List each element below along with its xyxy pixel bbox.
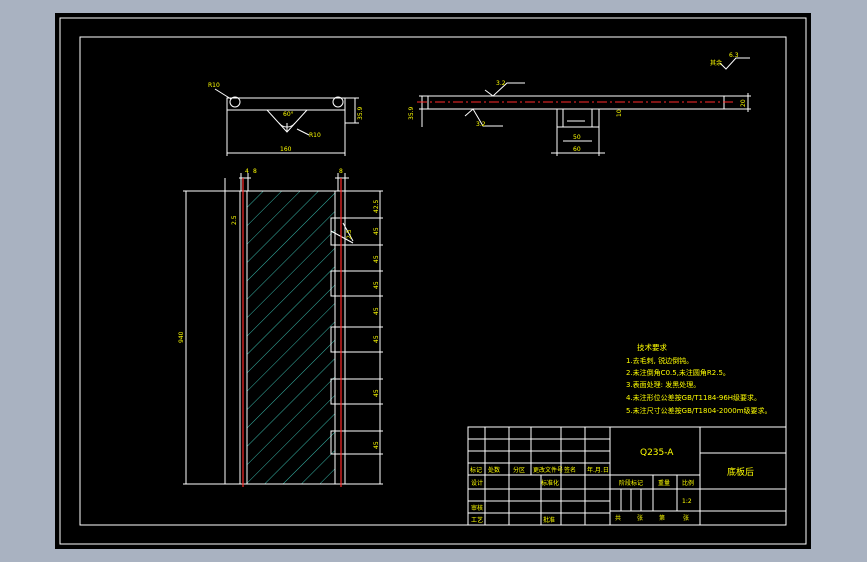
tech-note-5: 5.未注尺寸公差按GB/T1804-2000m级要求。 (626, 406, 772, 415)
dim-notch: 2.5 (346, 229, 353, 239)
tb-part-name: 底板后 (727, 466, 754, 478)
tech-note-3: 3.表面处理: 发黑处理。 (626, 380, 700, 389)
bar-left-height-label: 35.9 (408, 106, 415, 120)
tb-row-standardize: 标准化 (541, 479, 559, 487)
roughness-top-value: 3.2 (496, 80, 506, 87)
tb-header-zone: 分区 (513, 466, 525, 474)
dim-right-0: 42.5 (373, 199, 380, 213)
tb-scale-label: 比例 (682, 479, 694, 487)
dim-right-6: 45 (373, 389, 380, 397)
tech-notes-title: 技术要求 (637, 342, 667, 352)
hinge-small-radius-label: R10 (309, 132, 321, 139)
sheet-outer-border (59, 17, 807, 545)
tb-stage-label: 阶段标记 (619, 479, 643, 487)
cad-viewport[interactable]: 4 8 8 2.5 940 2.5 42.5 45 45 45 45 45 45… (55, 13, 811, 549)
hinge-radius-label: R10 (208, 82, 220, 89)
tb-header-mark: 标记 (470, 466, 482, 474)
dim-right-4: 45 (373, 307, 380, 315)
tech-note-1: 1.去毛刺, 锐边倒钝。 (626, 356, 693, 365)
tb-weight-label: 重量 (658, 479, 670, 487)
tb-row-review: 审核 (471, 504, 483, 512)
dim-left-strip: 2.5 (231, 215, 238, 225)
roughness-symbol-other (719, 57, 750, 70)
dim-right-7: 45 (373, 441, 380, 449)
dim-top-3: 8 (339, 168, 343, 175)
bar-right-label: 20 (740, 99, 747, 107)
hinge-angle-label: 60° (283, 111, 294, 118)
front-view: 4 8 8 2.5 940 2.5 42.5 45 45 45 45 45 45… (178, 168, 383, 487)
roughness-other-label: 其余 (710, 59, 722, 67)
dim-top-2: 8 (253, 168, 257, 175)
tb-scale-value: 1:2 (682, 498, 692, 505)
hinge-height-label: 35.9 (357, 106, 364, 120)
tb-row-design: 设计 (471, 479, 483, 487)
top-left-view: R10 160 35.9 60° R10 (208, 82, 364, 156)
top-right-view: 3.2 3.2 35.9 20 50 60 10 其余 6.3 (408, 52, 751, 156)
hinge-bar (226, 97, 346, 111)
tb-header-sign: 签名 (564, 466, 576, 474)
tb-sheets-unit-1: 张 (637, 514, 643, 522)
roughness-other-value: 6.3 (729, 52, 739, 59)
title-block: 标记 处数 分区 更改文件号 签名 年.月.日 设计 标准化 审核 工艺 批准 … (467, 426, 787, 526)
tech-notes: 技术要求 1.去毛刺, 锐边倒钝。 2.未注倒角C0.5,未注圆角R2.5。 3… (626, 342, 772, 415)
tech-note-4: 4.未注形位公差按GB/T1184-96H级要求。 (626, 393, 761, 402)
tech-note-2: 2.未注倒角C0.5,未注圆角R2.5。 (626, 368, 730, 377)
dim-right-3: 45 (373, 281, 380, 289)
dim-overall-height: 940 (178, 331, 185, 343)
drawing-canvas: 4 8 8 2.5 940 2.5 42.5 45 45 45 45 45 45… (59, 17, 807, 545)
dim-right-2: 45 (373, 255, 380, 263)
tb-sheets-index: 第 (659, 514, 665, 522)
app-window: 4 8 8 2.5 940 2.5 42.5 45 45 45 45 45 45… (0, 0, 867, 562)
dim-top-1: 4 (245, 168, 249, 175)
front-hatch-area (247, 191, 335, 484)
dim-right-1: 45 (373, 227, 380, 235)
tb-header-count: 处数 (488, 466, 500, 474)
tb-sheets-unit-2: 张 (683, 514, 689, 522)
tb-sheets-total: 共 (615, 514, 621, 522)
tb-row-approve: 批准 (543, 516, 555, 524)
dim-right-5: 45 (373, 335, 380, 343)
hinge-width-label: 160 (280, 146, 292, 153)
roughness-bottom-value: 3.2 (476, 121, 486, 128)
bar-slot-inner-label: 50 (573, 134, 581, 141)
tb-material: Q235-A (640, 448, 674, 458)
bar-slot-outer-label: 60 (573, 146, 581, 153)
tb-row-process: 工艺 (471, 516, 483, 524)
tb-header-change: 更改文件号 (533, 466, 563, 474)
tb-header-date: 年.月.日 (587, 466, 609, 474)
bar-slot-height-label: 10 (616, 109, 623, 117)
